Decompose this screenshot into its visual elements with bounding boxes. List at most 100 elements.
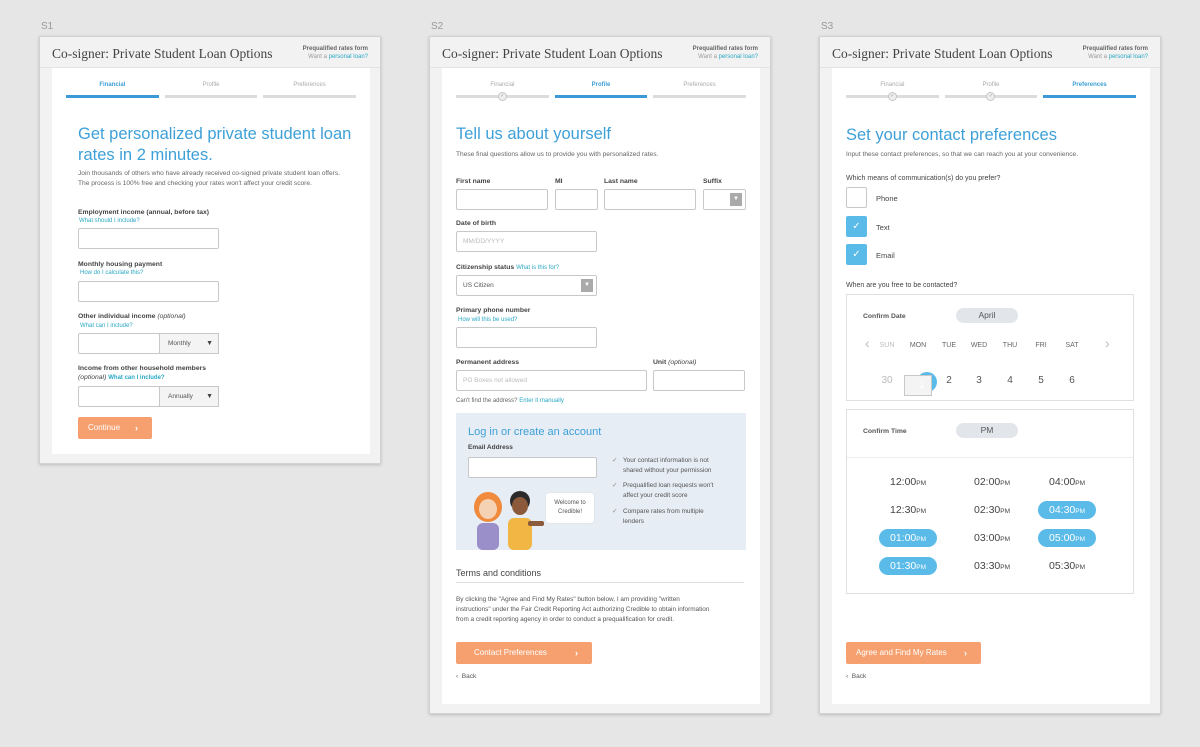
- artboard-s1: Co-signer: Private Student Loan Options …: [39, 36, 381, 464]
- time-period: PM: [1075, 480, 1086, 487]
- other-income-frequency-select[interactable]: Monthly ▼: [159, 333, 219, 354]
- step-profile[interactable]: Profile ✓: [944, 82, 1038, 102]
- other-income-help-link[interactable]: What can I include?: [80, 323, 133, 329]
- time-slot[interactable]: 02:00PM: [963, 473, 1021, 491]
- step-preferences[interactable]: Preferences: [263, 82, 356, 102]
- page-heading: Get personalized private student loan ra…: [78, 124, 351, 166]
- time-picker-panel: Confirm Time PM 12:00PM 02:00PM 04:00PM 12:…: [846, 409, 1134, 594]
- time-slot[interactable]: 01:00PM: [879, 529, 937, 547]
- contact-preferences-button[interactable]: Contact Preferences ›: [456, 642, 592, 664]
- step-financial[interactable]: Financial ✓: [846, 82, 939, 102]
- chevron-right-icon[interactable]: ›: [1105, 335, 1110, 351]
- other-income-input[interactable]: [78, 333, 160, 354]
- date-cell[interactable]: 30: [873, 375, 901, 386]
- time-slot[interactable]: 04:00PM: [1038, 473, 1096, 491]
- time-slot[interactable]: 05:00PM: [1038, 529, 1096, 547]
- address-input[interactable]: PO Boxes not allowed: [456, 370, 647, 391]
- login-panel: Log in or create an account Email Addres…: [456, 413, 746, 550]
- illustration-characters: [474, 491, 544, 550]
- time-slot[interactable]: 02:30PM: [963, 501, 1021, 519]
- phone-checkbox[interactable]: [846, 187, 867, 208]
- suffix-select[interactable]: ▼: [703, 189, 746, 210]
- last-name-label: Last name: [604, 178, 638, 185]
- form-card: Financial Profile Preferences Get person…: [52, 68, 370, 454]
- enter-manually-link[interactable]: Enter it manually: [519, 398, 564, 404]
- time-slot[interactable]: 03:00PM: [963, 529, 1021, 547]
- dob-input[interactable]: MM/DD/YYYY: [456, 231, 597, 252]
- time-slot[interactable]: 12:30PM: [879, 501, 937, 519]
- terms-line: from a credit reporting agency in order …: [456, 616, 675, 623]
- text-checkbox[interactable]: ✓: [846, 216, 867, 237]
- terms-text: By clicking the "Agree and Find My Rates…: [456, 595, 748, 625]
- time-period: PM: [916, 508, 927, 515]
- agree-find-rates-button[interactable]: Agree and Find My Rates ›: [846, 642, 981, 664]
- step-financial[interactable]: Financial: [66, 82, 159, 102]
- citizenship-text: Citizenship status: [456, 264, 515, 271]
- personal-loan-link[interactable]: personal loan?: [1109, 54, 1148, 60]
- time-value: 05:30: [1048, 560, 1076, 572]
- date-cell[interactable]: 2: [935, 375, 963, 386]
- time-period: PM: [1000, 536, 1011, 543]
- step-preferences[interactable]: Preferences: [1043, 82, 1136, 102]
- step-profile[interactable]: Profile: [554, 82, 648, 102]
- last-name-input[interactable]: [604, 189, 696, 210]
- period-selector[interactable]: PM: [956, 423, 1018, 438]
- benefit-line: Your contact information is not: [623, 457, 709, 464]
- time-slot[interactable]: 04:30PM: [1038, 501, 1096, 519]
- confirm-date-label: Confirm Date: [863, 313, 906, 320]
- continue-button[interactable]: Continue ›: [78, 417, 152, 439]
- personal-loan-link[interactable]: personal loan?: [329, 54, 368, 60]
- time-period: PM: [1075, 508, 1086, 515]
- step-progress: Financial ✓ Profile Preferences: [456, 82, 746, 102]
- optional-tag: (optional): [157, 313, 186, 320]
- household-income-input[interactable]: [78, 386, 160, 407]
- form-card: Financial ✓ Profile ✓ Preferences Set your…: [832, 68, 1150, 704]
- phone-input[interactable]: [456, 327, 597, 348]
- date-cell[interactable]: 3: [965, 375, 993, 386]
- citizenship-help-link[interactable]: What is this for?: [516, 265, 559, 271]
- month-selector[interactable]: April: [956, 308, 1018, 323]
- email-input[interactable]: [468, 457, 597, 478]
- back-label: Back: [461, 673, 477, 680]
- personal-loan-link[interactable]: personal loan?: [719, 54, 758, 60]
- household-income-label: Income from other household members: [78, 365, 207, 372]
- date-cell[interactable]: 6: [1058, 375, 1086, 386]
- housing-payment-input[interactable]: [78, 281, 219, 302]
- time-slot[interactable]: 12:00PM: [879, 473, 937, 491]
- step-preferences[interactable]: Preferences: [653, 82, 746, 102]
- button-label: Continue: [88, 423, 121, 432]
- citizenship-select[interactable]: US Citizen ▼: [456, 275, 597, 296]
- mi-input[interactable]: [555, 189, 598, 210]
- time-slot[interactable]: 05:30PM: [1038, 557, 1096, 575]
- employment-help-link[interactable]: What should I include?: [79, 218, 140, 224]
- employment-income-input[interactable]: [78, 228, 219, 249]
- back-link[interactable]: ‹ Back: [456, 673, 476, 680]
- first-name-input[interactable]: [456, 189, 548, 210]
- housing-help-link[interactable]: How do I calculate this?: [80, 270, 143, 276]
- household-help-link[interactable]: What can I include?: [108, 375, 164, 381]
- step-financial[interactable]: Financial ✓: [456, 82, 549, 102]
- back-link[interactable]: ‹ Back: [846, 673, 866, 680]
- date-cell[interactable]: 1: [904, 375, 932, 396]
- email-checkbox[interactable]: ✓: [846, 244, 867, 265]
- optional-tag: (optional): [78, 374, 107, 381]
- time-value: 03:00: [973, 532, 1001, 544]
- household-income-frequency-select[interactable]: Annually ▼: [159, 386, 219, 407]
- intro-line: Join thousands of others who have alread…: [78, 170, 340, 177]
- terms-heading: Terms and conditions: [456, 568, 542, 578]
- step-profile[interactable]: Profile: [164, 82, 258, 102]
- check-icon: ✓: [852, 249, 861, 260]
- date-cell[interactable]: 5: [1027, 375, 1055, 386]
- time-slot[interactable]: 01:30PM: [879, 557, 937, 575]
- housing-payment-label: Monthly housing payment: [78, 261, 163, 268]
- select-value: Annually: [168, 393, 193, 400]
- phone-help-link[interactable]: How will this be used?: [458, 317, 517, 323]
- benefit-line: affect your credit score: [623, 492, 688, 499]
- time-slot[interactable]: 03:30PM: [963, 557, 1021, 575]
- chevron-left-icon[interactable]: ‹: [865, 335, 870, 351]
- address-label: Permanent address: [456, 359, 520, 366]
- unit-input[interactable]: [653, 370, 745, 391]
- button-label: Contact Preferences: [474, 648, 547, 657]
- date-cell[interactable]: 4: [996, 375, 1024, 386]
- text-option-label: Text: [876, 223, 890, 232]
